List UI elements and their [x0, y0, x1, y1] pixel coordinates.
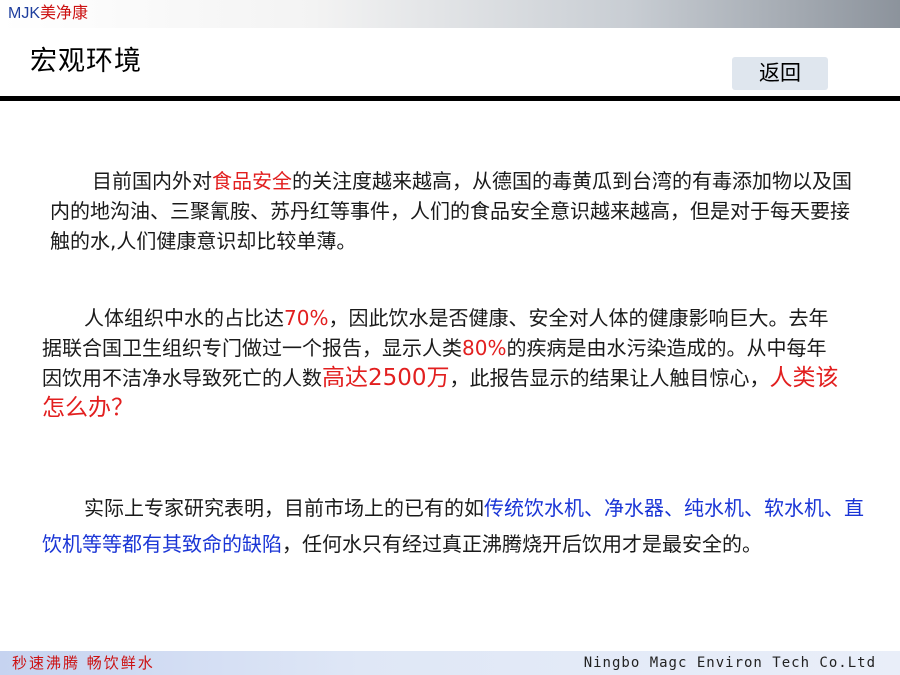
- paragraph-expert-research: 实际上专家研究表明，目前市场上的已有的如传统饮水机、净水器、纯水机、软水机、直饮…: [42, 490, 867, 562]
- brand-chinese: 美净康: [40, 5, 89, 22]
- text: 目前国内外对: [92, 169, 212, 193]
- paragraph-water-health: 人体组织中水的占比达70%，因此饮水是否健康、安全对人体的健康影响巨大。去年据联…: [42, 303, 842, 423]
- highlight-25-million: 高达2500万: [322, 365, 450, 391]
- text: 实际上专家研究表明，目前市场上的已有的如: [84, 496, 484, 520]
- brand-latin: MJK: [8, 5, 40, 22]
- highlight-70-percent: 70%: [284, 306, 329, 330]
- footer-slogan: 秒速沸腾 畅饮鲜水: [12, 654, 155, 672]
- top-banner: MJK美净康: [0, 0, 900, 28]
- footer-company-name: Ningbo Magc Environ Tech Co.Ltd: [583, 655, 876, 671]
- back-button[interactable]: 返回: [732, 57, 828, 90]
- footer-bar: 秒速沸腾 畅饮鲜水 Ningbo Magc Environ Tech Co.Lt…: [0, 651, 900, 675]
- page-title: 宏观环境: [30, 46, 142, 77]
- text: ，任何水只有经过真正沸腾烧开后饮用才是最安全的。: [282, 532, 762, 556]
- brand-logo: MJK美净康: [8, 4, 88, 24]
- highlight-food-safety: 食品安全: [212, 169, 292, 193]
- highlight-80-percent: 80%: [462, 336, 507, 360]
- text: ，此报告显示的结果让人触目惊心，: [449, 366, 770, 390]
- title-divider: [0, 96, 900, 101]
- text: 人体组织中水的占比达: [84, 306, 284, 330]
- paragraph-food-safety: 目前国内外对食品安全的关注度越来越高，从德国的毒黄瓜到台湾的有毒添加物以及国内的…: [50, 166, 855, 256]
